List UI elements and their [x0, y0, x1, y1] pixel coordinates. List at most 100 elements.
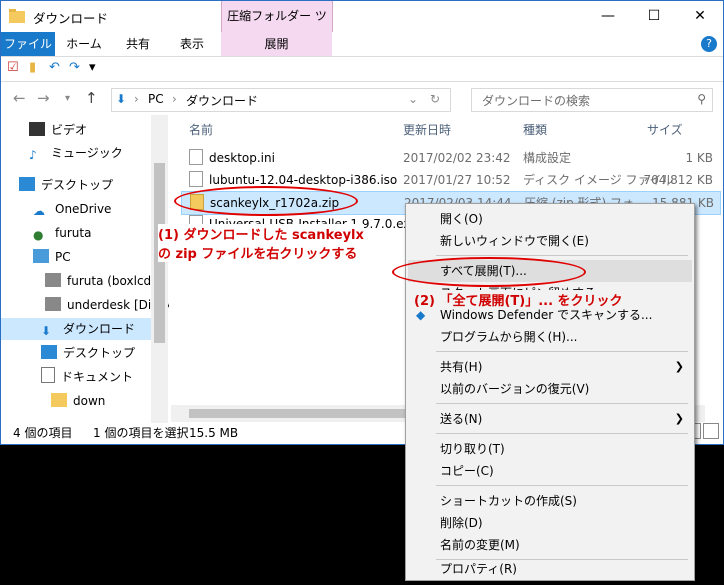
file-date: 2017/02/02 23:42: [403, 151, 511, 165]
annotation-step1-line1: (1) ダウンロードした scankeylx: [158, 224, 364, 243]
nav-item-network-drive-1[interactable]: furuta (boxlcd18: [45, 270, 166, 292]
file-name: desktop.ini: [189, 147, 275, 169]
help-button[interactable]: ?: [701, 36, 717, 52]
file-size: 704,812 KB: [643, 173, 713, 187]
video-icon: [29, 122, 45, 136]
navigation-pane: ビデオ ♪ ミュージック デスクトップ ☁ OneDrive ● furuta PC …: [1, 115, 169, 423]
nav-item-pc[interactable]: PC: [33, 246, 71, 268]
file-type: 構成設定: [523, 151, 572, 165]
pc-icon: [33, 249, 49, 263]
large-icons-view-icon[interactable]: [703, 423, 719, 439]
undo-icon[interactable]: ↶: [49, 60, 60, 75]
minimize-button[interactable]: —: [585, 1, 631, 32]
context-tab-title: 圧縮フォルダー ツール: [221, 1, 333, 54]
menu-separator: [436, 403, 688, 404]
tab-view[interactable]: 表示: [167, 32, 217, 56]
menu-send-to[interactable]: 送る(N) ❯: [408, 408, 692, 430]
status-size: 15.5 MB: [189, 426, 239, 440]
search-placeholder: ダウンロードの検索: [482, 94, 591, 108]
chevron-down-icon[interactable]: ⌄: [408, 92, 418, 106]
menu-separator: [436, 433, 688, 434]
history-chevron-icon[interactable]: ▾: [65, 93, 70, 104]
nav-item-onedrive[interactable]: ☁ OneDrive: [33, 198, 111, 220]
menu-cut[interactable]: 切り取り(T): [408, 438, 692, 460]
desktop-icon: [41, 345, 57, 359]
search-icon: ⚲: [697, 92, 706, 106]
menu-properties[interactable]: プロパティ(R): [408, 558, 692, 580]
nav-item-music[interactable]: ♪ ミュージック: [29, 142, 123, 164]
folder-icon: [9, 9, 25, 23]
menu-delete[interactable]: 削除(D): [408, 512, 692, 534]
tab-extract[interactable]: 展開: [221, 32, 332, 56]
status-item-count: 4 個の項目: [13, 426, 73, 440]
settings-file-icon: [189, 149, 203, 165]
column-header-type[interactable]: 種類: [523, 121, 547, 138]
menu-open-with[interactable]: プログラムから開く(H)...: [408, 326, 692, 348]
menu-separator: [436, 255, 688, 256]
nav-item-desktop[interactable]: デスクトップ: [41, 342, 135, 364]
folder-icon: [51, 393, 67, 407]
annotation-step1-line2: の zip ファイルを右クリックする: [158, 243, 358, 262]
menu-open-new-window[interactable]: 新しいウィンドウで開く(E): [408, 230, 692, 252]
quick-access-toolbar: ☑ ▮ ↶ ↷ ▾: [1, 57, 723, 82]
title-bar: ダウンロード 圧縮フォルダー ツール — ☐ ✕: [1, 1, 723, 54]
breadcrumb-pc[interactable]: PC: [148, 92, 164, 106]
menu-create-shortcut[interactable]: ショートカットの作成(S): [408, 490, 692, 512]
submenu-arrow-icon: ❯: [674, 412, 684, 425]
nav-scrollbar[interactable]: [151, 115, 168, 423]
file-size: 1 KB: [685, 151, 713, 165]
music-icon: ♪: [29, 148, 37, 162]
window-title: ダウンロード: [33, 11, 109, 26]
file-date: 2017/01/27 10:52: [403, 173, 511, 187]
file-row-desktop-ini[interactable]: desktop.ini 2017/02/02 23:42 構成設定 1 KB: [181, 147, 719, 169]
menu-open[interactable]: 開く(O): [408, 208, 692, 230]
menu-separator: [436, 485, 688, 486]
annotation-ellipse-extract: [392, 257, 586, 287]
redo-icon[interactable]: ↷: [69, 60, 80, 75]
desktop-icon: [19, 177, 35, 191]
customize-qat-icon[interactable]: ▾: [89, 60, 96, 75]
menu-rename[interactable]: 名前の変更(M): [408, 534, 692, 556]
submenu-arrow-icon: ❯: [674, 360, 684, 373]
menu-share[interactable]: 共有(H) ❯: [408, 356, 692, 378]
nav-item-down[interactable]: down: [51, 390, 105, 412]
close-button[interactable]: ✕: [677, 1, 723, 32]
up-icon[interactable]: ↑: [85, 89, 98, 107]
nav-item-furuta[interactable]: ● furuta: [33, 222, 91, 244]
annotation-ellipse-zip: [174, 186, 358, 216]
menu-restore-versions[interactable]: 以前のバージョンの復元(V): [408, 378, 692, 400]
menu-separator: [436, 351, 688, 352]
ribbon-tabs: ファイル ホーム 共有 表示 展開 ?: [1, 32, 723, 57]
search-input[interactable]: ダウンロードの検索 ⚲: [471, 88, 713, 112]
tab-home[interactable]: ホーム: [59, 32, 109, 56]
tab-file[interactable]: ファイル: [1, 32, 55, 56]
address-row: ← → ▾ ↑ ⬇ › PC › ダウンロード ⌄ ↻ ダウンロードの検索 ⚲: [1, 84, 723, 114]
column-header-date[interactable]: 更新日時: [403, 121, 451, 138]
cloud-icon: ☁: [33, 204, 45, 218]
nav-item-documents[interactable]: ドキュメント: [41, 366, 133, 388]
network-drive-icon: [45, 273, 61, 287]
maximize-button[interactable]: ☐: [631, 1, 677, 32]
refresh-icon[interactable]: ↻: [430, 92, 440, 106]
menu-copy[interactable]: コピー(C): [408, 460, 692, 482]
chevron-right-icon: ›: [134, 92, 139, 106]
download-icon: ⬇: [41, 324, 52, 338]
download-icon: ⬇: [116, 92, 127, 106]
address-bar[interactable]: ⬇ › PC › ダウンロード ⌄ ↻: [111, 88, 451, 112]
chevron-right-icon: ›: [172, 92, 177, 106]
nav-item-videos[interactable]: ビデオ: [29, 119, 87, 141]
nav-item-downloads[interactable]: ⬇ ダウンロード: [1, 318, 151, 340]
breadcrumb-downloads[interactable]: ダウンロード: [186, 92, 258, 109]
forward-icon[interactable]: →: [37, 89, 50, 107]
disc-image-icon: [189, 171, 203, 187]
column-header-size[interactable]: サイズ: [647, 121, 683, 138]
back-icon[interactable]: ←: [13, 89, 26, 107]
file-list-scrollbar-thumb[interactable]: [189, 409, 419, 418]
tab-share[interactable]: 共有: [113, 32, 163, 56]
user-icon: ●: [33, 228, 44, 242]
new-folder-icon[interactable]: ▮: [29, 60, 36, 75]
properties-icon[interactable]: ☑: [7, 60, 19, 75]
annotation-step2: (2) 「全て展開(T)」... をクリック: [414, 290, 623, 309]
column-header-name[interactable]: 名前: [189, 121, 213, 138]
nav-item-desktop-root[interactable]: デスクトップ: [19, 174, 113, 196]
